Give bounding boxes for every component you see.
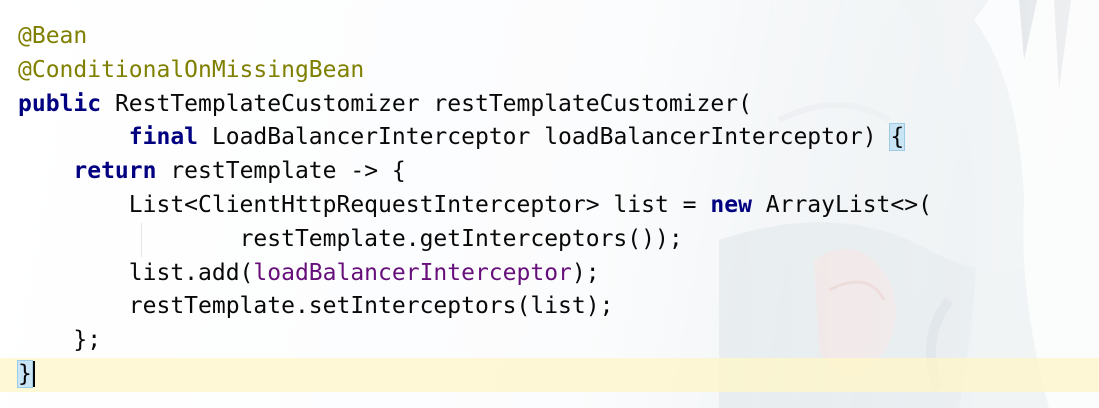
list-declaration: List<ClientHttpRequestInterceptor> list …	[128, 191, 711, 218]
lambda-end: };	[73, 327, 102, 354]
indent-guide	[141, 222, 142, 257]
code-line-8: list.add(loadBalancerInterceptor);	[0, 257, 1099, 291]
arraylist-constructor: ArrayList<>(	[751, 191, 932, 218]
parameter-declaration: LoadBalancerInterceptor loadBalancerInte…	[198, 124, 891, 151]
captured-variable: loadBalancerInterceptor	[253, 259, 572, 286]
annotation-bean: @Bean	[18, 23, 88, 49]
code-line-5: return restTemplate -> {	[0, 155, 1099, 189]
lambda-start: restTemplate -> {	[156, 158, 406, 185]
keyword-public: public	[18, 90, 102, 117]
set-interceptors-call: restTemplate.setInterceptors(list);	[128, 293, 614, 320]
list-add-call: list.add(	[128, 259, 254, 286]
code-line-6: List<ClientHttpRequestInterceptor> list …	[0, 189, 1099, 223]
code-line-10: };	[0, 324, 1099, 358]
code-editor[interactable]: @Bean @ConditionalOnMissingBean public R…	[0, 20, 1099, 392]
method-signature: RestTemplateCustomizer restTemplateCusto…	[101, 90, 752, 117]
code-line-11-current[interactable]: }	[0, 357, 1099, 392]
code-line-2: @ConditionalOnMissingBean	[0, 54, 1099, 88]
code-line-9: restTemplate.setInterceptors(list);	[0, 290, 1099, 324]
matched-close-brace: }	[17, 359, 33, 388]
code-line-1: @Bean	[0, 20, 1099, 54]
code-line-3: public RestTemplateCustomizer restTempla…	[0, 88, 1099, 122]
matched-open-brace: {	[889, 123, 906, 152]
keyword-return: return	[73, 158, 157, 185]
code-line-4: final LoadBalancerInterceptor loadBalanc…	[0, 121, 1099, 155]
keyword-new: new	[710, 191, 752, 218]
annotation-conditional: @ConditionalOnMissingBean	[18, 56, 365, 83]
code-line-7: restTemplate.getInterceptors());	[0, 222, 1099, 257]
keyword-final: final	[128, 124, 199, 151]
get-interceptors-call: restTemplate.getInterceptors());	[239, 225, 683, 252]
list-add-close: );	[571, 259, 600, 286]
text-caret	[32, 361, 35, 388]
